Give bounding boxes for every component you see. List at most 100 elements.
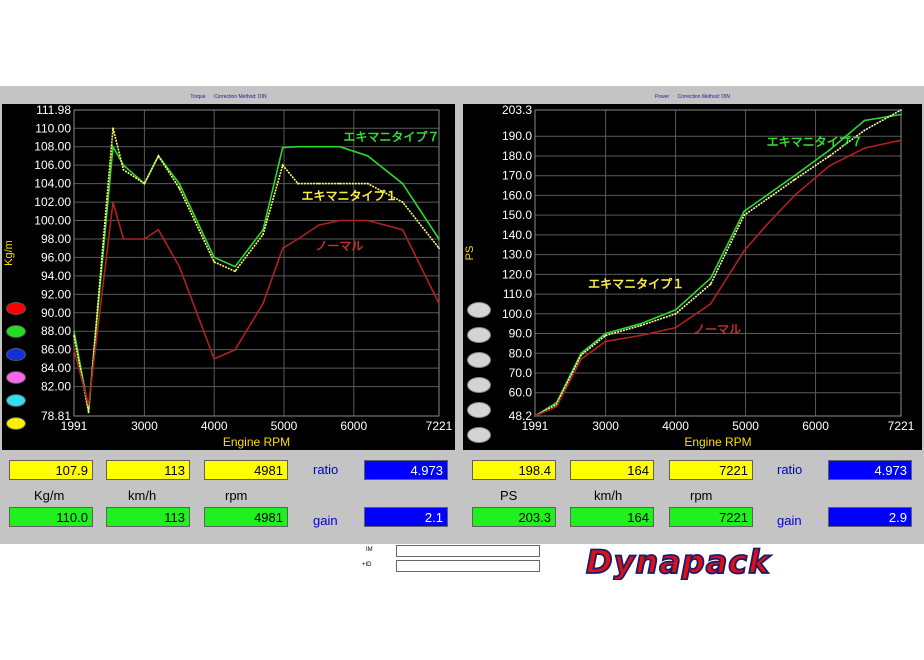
power-plot[interactable]: 203.3 190.0 180.0 170.0 160.0 150.0 140.0 130.0… <box>463 104 922 450</box>
ratio-label: ratio <box>313 462 339 477</box>
y-tick-label: 108.00 <box>34 140 71 154</box>
series-point-1 <box>262 233 264 236</box>
y-tick-label: 98.00 <box>41 232 71 246</box>
power-value-readout: 198.4 <box>472 460 556 480</box>
series-point-2 <box>262 302 264 305</box>
legend-dot-yellow[interactable] <box>6 417 26 430</box>
x-tick-label: 4000 <box>201 419 228 433</box>
speed-value-readout-r: 164 <box>570 460 654 480</box>
unit-rpm-r: rpm <box>690 488 713 503</box>
y-tick-label: 94.00 <box>41 269 71 283</box>
y-tick-label: 150.0 <box>502 208 532 222</box>
series-point-2 <box>112 201 114 203</box>
series-point-0 <box>580 352 583 355</box>
unit-kmh: km/h <box>128 488 157 503</box>
y-tick-label: 88.00 <box>41 324 71 338</box>
series-point-1 <box>87 411 90 414</box>
series-point-2 <box>87 404 90 406</box>
legend-dot-white-2[interactable] <box>467 327 491 343</box>
series-point-1 <box>900 109 902 111</box>
y-tick-label: 180.0 <box>502 149 532 163</box>
legend-dot-white-6[interactable] <box>467 427 491 443</box>
x-tick-label: 6000 <box>340 419 367 433</box>
logo-text: Dynapack <box>586 544 771 580</box>
legend-dot-pink[interactable] <box>6 371 26 384</box>
series-line-0 <box>73 144 440 410</box>
torque-title: Torque <box>190 94 206 100</box>
y-tick-label: 106.00 <box>34 158 71 172</box>
legend-dot-blue[interactable] <box>6 348 26 361</box>
x-tick-label: 5000 <box>271 419 298 433</box>
x-tick-label: 4000 <box>662 419 689 433</box>
unit-ps: PS <box>500 488 518 503</box>
series-point-1 <box>143 182 146 185</box>
series-point-1 <box>213 261 216 263</box>
legend-dot-white-3[interactable] <box>467 352 491 368</box>
y-tick-label: 92.00 <box>41 287 71 301</box>
series-point-1 <box>438 247 440 250</box>
legend-dot-cyan[interactable] <box>6 394 26 407</box>
x-tick-label: 3000 <box>131 419 158 433</box>
gain-label: gain <box>313 513 338 528</box>
series-point-0 <box>338 145 341 148</box>
y-tick-label: 160.0 <box>502 188 532 202</box>
series-point-1 <box>793 178 796 181</box>
legend-dot-white-1[interactable] <box>467 302 491 318</box>
gain-value-r: 2.9 <box>828 507 912 527</box>
torque-plot[interactable]: 111.98 110.00 108.00 106.00 104.00 102.00 100.… <box>2 104 455 450</box>
max-torque-readout: 110.0 <box>9 507 93 527</box>
series-point-2 <box>534 415 536 417</box>
series-point-0 <box>639 322 642 325</box>
series-point-2 <box>234 348 237 351</box>
max-power-readout: 203.3 <box>472 507 556 527</box>
series-point-0 <box>366 155 369 157</box>
series-point-2 <box>709 303 712 305</box>
series-point-0 <box>438 238 440 240</box>
id-field[interactable] <box>396 560 540 572</box>
series-point-0 <box>73 330 75 333</box>
im-field[interactable] <box>396 545 540 557</box>
rpm-value-readout-r: 7221 <box>669 460 753 480</box>
torque-panel-title: Torque Correction Method: DIN <box>0 94 457 101</box>
series-line-1 <box>73 128 440 413</box>
legend-dot-green[interactable] <box>6 325 26 338</box>
y-tick-label: 120.0 <box>502 267 532 281</box>
series-point-0 <box>112 145 114 148</box>
series-point-2 <box>401 228 404 231</box>
series-point-1 <box>401 201 404 203</box>
y-tick-label: 82.00 <box>41 380 71 394</box>
series-point-2 <box>178 265 181 268</box>
series-point-1 <box>178 187 181 190</box>
series-annotation: エキマニタイプ７ <box>767 134 863 149</box>
series-point-0 <box>317 145 320 148</box>
plot-frame <box>73 109 440 417</box>
series-point-1 <box>743 214 746 217</box>
series-point-1 <box>317 182 320 185</box>
series-point-2 <box>828 164 831 167</box>
series-point-1 <box>863 129 866 132</box>
series-point-0 <box>234 265 237 268</box>
legend-dot-red[interactable] <box>6 302 26 315</box>
y-tick-label: 110.00 <box>35 121 71 135</box>
series-point-2 <box>157 228 160 231</box>
y-tick-label: 100.0 <box>502 307 532 321</box>
series-point-0 <box>281 146 284 149</box>
y-tick-label: 203.3 <box>502 104 532 117</box>
torque-chart-panel: Torque Correction Method: DIN 111.98 110.… <box>0 94 457 450</box>
torque-legend-dots <box>6 302 26 440</box>
legend-dot-white-5[interactable] <box>467 402 491 418</box>
legend-dot-white-4[interactable] <box>467 377 491 393</box>
y-axis-label: Kg/m <box>3 240 15 266</box>
series-point-1 <box>281 164 284 167</box>
rpm-value-readout: 4981 <box>204 460 288 480</box>
series-point-2 <box>438 302 440 305</box>
ratio-label-r: ratio <box>777 462 803 477</box>
series-point-1 <box>157 155 160 157</box>
series-point-2 <box>338 219 341 222</box>
y-tick-label: 70.0 <box>509 366 533 380</box>
series-point-2 <box>604 340 607 343</box>
series-point-1 <box>709 283 712 286</box>
im-field-label: IM <box>366 547 373 553</box>
series-point-1 <box>604 334 607 337</box>
torque-chart-svg: 111.98 110.00 108.00 106.00 104.00 102.00 100.… <box>3 104 453 449</box>
